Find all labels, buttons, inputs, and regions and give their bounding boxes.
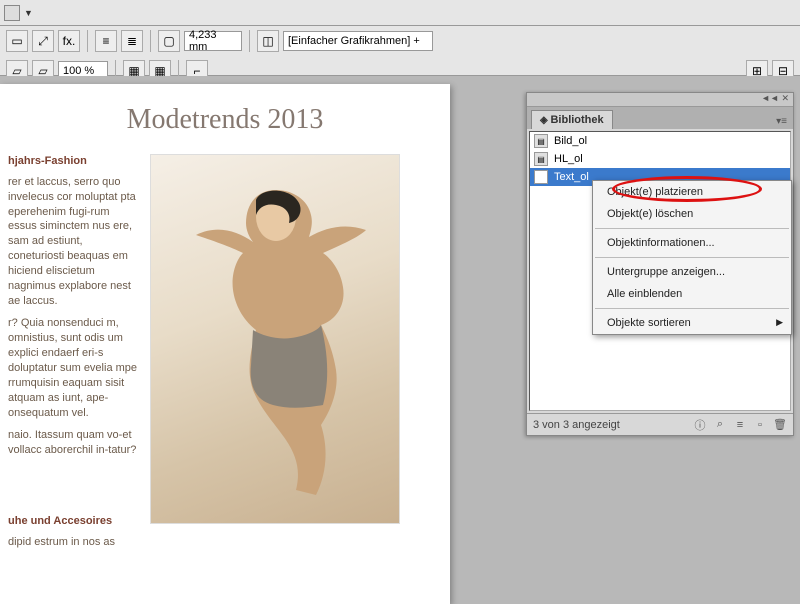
snippet-icon: ▤ xyxy=(534,134,548,148)
view-mode-icon[interactable] xyxy=(4,5,20,21)
list-view-icon[interactable]: ≡ xyxy=(733,418,747,432)
snippet-icon: ▤ xyxy=(534,170,548,184)
library-item[interactable]: ▤ HL_ol xyxy=(530,150,790,168)
library-item-label: Bild_ol xyxy=(554,135,587,147)
document-page[interactable]: Modetrends 2013 hjahrs-Fashion rer et la… xyxy=(0,84,450,604)
menu-item-sort[interactable]: Objekte sortieren▶ xyxy=(593,312,791,334)
article-layout: hjahrs-Fashion rer et laccus, serro quo … xyxy=(8,154,442,558)
separator xyxy=(87,30,88,52)
measurement-field[interactable]: 4,233 mm xyxy=(184,31,242,51)
dropdown-arrow-icon[interactable]: ▼ xyxy=(24,8,33,18)
tool-icon[interactable]: ⤢ xyxy=(32,30,54,52)
new-icon[interactable]: ▫ xyxy=(753,418,767,432)
menu-separator xyxy=(595,257,789,258)
body-text: naio. Itassum quam vo-et vollacc aborerc… xyxy=(8,428,138,458)
panel-statusbar: 3 von 3 angezeigt ⓘ ⌕ ≡ ▫ 🗑 xyxy=(527,413,793,435)
window-titlebar: ▼ xyxy=(0,0,800,26)
info-icon[interactable]: ⓘ xyxy=(693,418,707,432)
library-item-label: Text_ol xyxy=(554,171,589,183)
context-menu: Objekt(e) platzieren Objekt(e) löschen O… xyxy=(592,180,792,335)
submenu-arrow-icon: ▶ xyxy=(776,317,783,328)
menu-separator xyxy=(595,228,789,229)
trash-icon[interactable]: 🗑 xyxy=(773,418,787,432)
status-text: 3 von 3 angezeigt xyxy=(533,419,620,431)
section-heading: hjahrs-Fashion xyxy=(8,154,138,169)
menu-item-showall[interactable]: Alle einblenden xyxy=(593,283,791,305)
panel-tabstrip: ◈ Bibliothek ▾≡ xyxy=(527,107,793,129)
frame-icon[interactable]: ▢ xyxy=(158,30,180,52)
section-heading: uhe und Accesoires xyxy=(8,514,138,529)
menu-separator xyxy=(595,308,789,309)
fx-button[interactable]: fx. xyxy=(58,30,80,52)
text-column: hjahrs-Fashion rer et laccus, serro quo … xyxy=(8,154,138,558)
align-icon[interactable]: ≣ xyxy=(121,30,143,52)
library-item[interactable]: ▤ Bild_ol xyxy=(530,132,790,150)
page-title: Modetrends 2013 xyxy=(8,104,442,136)
body-text: dipid estrum in nos as xyxy=(8,535,138,550)
panel-collapse-bar[interactable]: ◄◄ ✕ xyxy=(527,93,793,107)
model-photo xyxy=(181,175,371,505)
separator xyxy=(249,30,250,52)
menu-item-place[interactable]: Objekt(e) platzieren xyxy=(593,181,791,203)
snippet-icon: ▤ xyxy=(534,152,548,166)
menu-item-subgroup[interactable]: Untergruppe anzeigen... xyxy=(593,261,791,283)
align-icon[interactable]: ≡ xyxy=(95,30,117,52)
body-text: rer et laccus, serro quo invelecus cor m… xyxy=(8,175,138,309)
body-text: r? Quia nonsenduci m, omnistius, sunt od… xyxy=(8,316,138,420)
search-icon[interactable]: ⌕ xyxy=(713,418,727,432)
separator xyxy=(150,30,151,52)
menu-item-delete[interactable]: Objekt(e) löschen xyxy=(593,203,791,225)
image-frame[interactable] xyxy=(150,154,400,524)
tab-library[interactable]: ◈ Bibliothek xyxy=(531,110,613,129)
main-toolbar: ▭ ⤢ fx. ≡ ≣ ▢ 4,233 mm ◫ [Einfacher Graf… xyxy=(0,26,800,76)
object-style-icon[interactable]: ◫ xyxy=(257,30,279,52)
menu-item-info[interactable]: Objektinformationen... xyxy=(593,232,791,254)
panel-menu-icon[interactable]: ▾≡ xyxy=(770,114,793,129)
tool-icon[interactable]: ▭ xyxy=(6,30,28,52)
object-style-field[interactable]: [Einfacher Grafikrahmen] + xyxy=(283,31,433,51)
library-item-label: HL_ol xyxy=(554,153,583,165)
